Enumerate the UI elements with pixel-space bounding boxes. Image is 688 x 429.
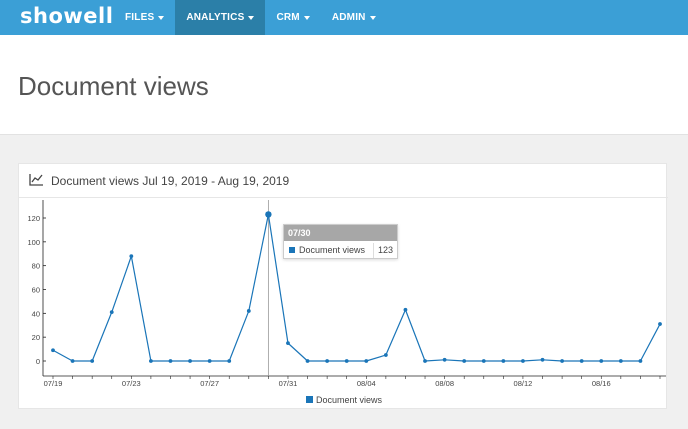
data-point	[403, 307, 408, 312]
data-point	[442, 357, 447, 362]
y-tick-label: 0	[36, 357, 40, 366]
data-point	[423, 359, 427, 363]
y-tick-label: 60	[32, 286, 40, 295]
legend-swatch	[306, 396, 313, 403]
data-point	[70, 359, 75, 363]
data-point	[129, 254, 134, 259]
data-point	[90, 359, 95, 363]
x-tick-label: 08/16	[592, 379, 611, 388]
data-point	[207, 359, 212, 363]
data-point	[638, 359, 643, 363]
x-tick-label: 07/23	[122, 379, 141, 388]
tooltip-value: 123	[378, 245, 394, 255]
series-color-swatch	[289, 247, 295, 253]
tooltip-date: 07/30	[284, 225, 397, 241]
y-tick-label: 40	[32, 309, 40, 318]
x-tick-label: 07/27	[200, 379, 219, 388]
highlighted-data-point	[265, 211, 272, 218]
x-tick-label: 08/12	[514, 379, 533, 388]
data-point	[325, 359, 330, 363]
x-tick-label: 08/04	[357, 379, 376, 388]
tooltip-series-label: Document views	[299, 245, 366, 255]
chart-tooltip: 07/30 Document views 123	[283, 224, 398, 259]
data-point	[227, 359, 232, 363]
data-point	[540, 357, 545, 362]
data-point	[501, 359, 506, 363]
data-point	[51, 348, 55, 353]
legend-label: Document views	[316, 395, 383, 405]
data-point	[188, 359, 192, 363]
tooltip-row: Document views 123	[284, 241, 397, 260]
y-tick-label: 100	[27, 238, 40, 247]
y-tick-label: 80	[32, 262, 40, 271]
data-point	[599, 359, 604, 363]
data-point	[344, 359, 349, 363]
document-views-line-chart: 0 20 40 60 80 100 120 07/19 07/23 07/27 07/31 08/04…	[27, 200, 666, 388]
data-point	[521, 359, 525, 363]
data-point	[246, 309, 251, 313]
x-tick-label: 07/31	[279, 379, 298, 388]
data-point	[481, 359, 486, 363]
x-tick-label: 07/19	[44, 379, 63, 388]
tooltip-divider	[373, 243, 374, 258]
y-tick-label: 20	[32, 333, 40, 342]
data-point	[462, 359, 467, 363]
data-point	[149, 359, 153, 363]
data-point	[658, 322, 662, 326]
data-point	[579, 359, 584, 363]
data-point	[109, 310, 114, 315]
data-point	[286, 341, 290, 346]
data-point	[168, 359, 173, 363]
data-point	[364, 359, 369, 363]
data-point	[383, 353, 388, 357]
data-point	[305, 359, 310, 363]
data-point	[560, 359, 564, 363]
y-tick-label: 120	[27, 214, 40, 223]
data-point	[618, 359, 623, 363]
x-tick-label: 08/08	[435, 379, 454, 388]
